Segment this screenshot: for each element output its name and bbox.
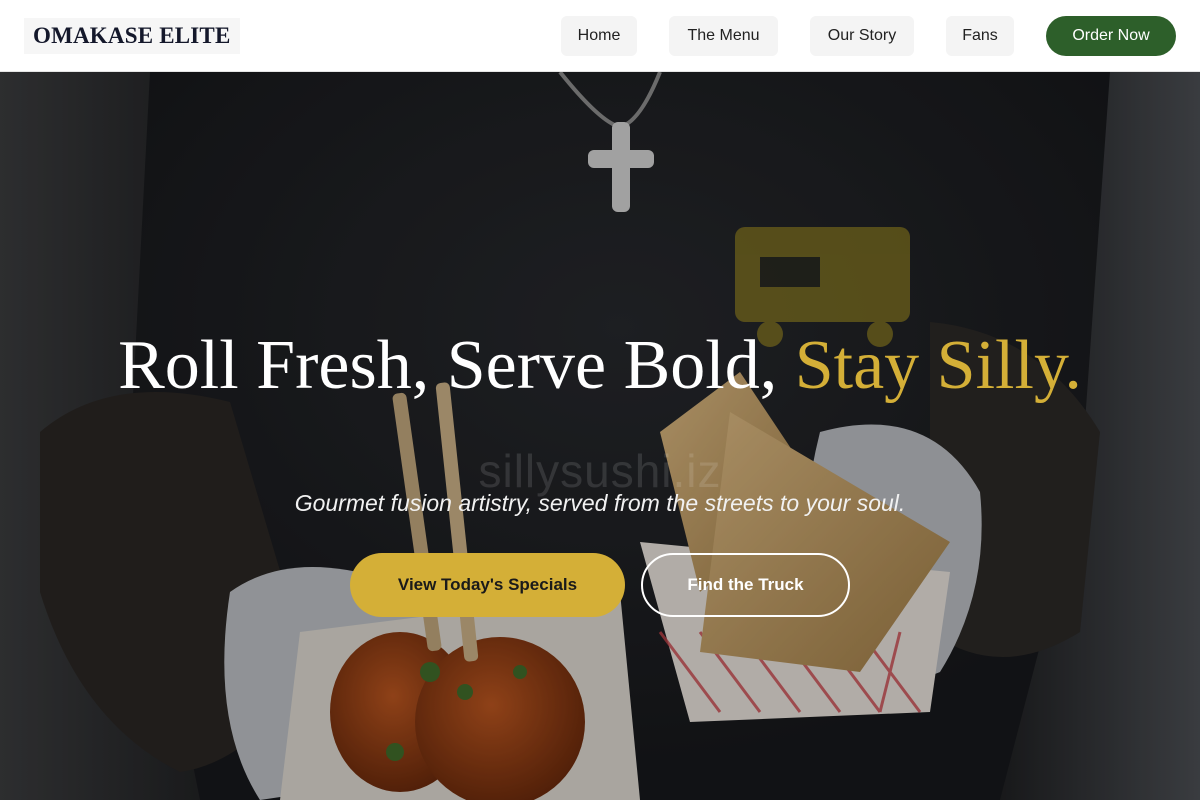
headline-main: Roll Fresh, Serve Bold, [118,327,778,404]
site-header: OMAKASE ELITE Home The Menu Our Story Fa… [0,0,1200,72]
view-specials-button[interactable]: View Today's Specials [350,553,625,617]
order-now-button[interactable]: Order Now [1046,16,1176,56]
nav-menu[interactable]: The Menu [669,16,778,56]
headline-accent: Stay Silly. [794,327,1082,404]
nav-fans[interactable]: Fans [946,16,1014,56]
nav-home[interactable]: Home [561,16,637,56]
hero-section: Roll Fresh, Serve Bold, Stay Silly. sill… [0,72,1200,800]
hero-headline: Roll Fresh, Serve Bold, Stay Silly. [100,330,1100,402]
brand-logo[interactable]: OMAKASE ELITE [24,17,240,54]
hero-subtitle: Gourmet fusion artistry, served from the… [294,490,906,516]
nav-our-story[interactable]: Our Story [810,16,914,56]
hero-dark-overlay [0,72,1200,800]
find-truck-button[interactable]: Find the Truck [641,553,850,617]
